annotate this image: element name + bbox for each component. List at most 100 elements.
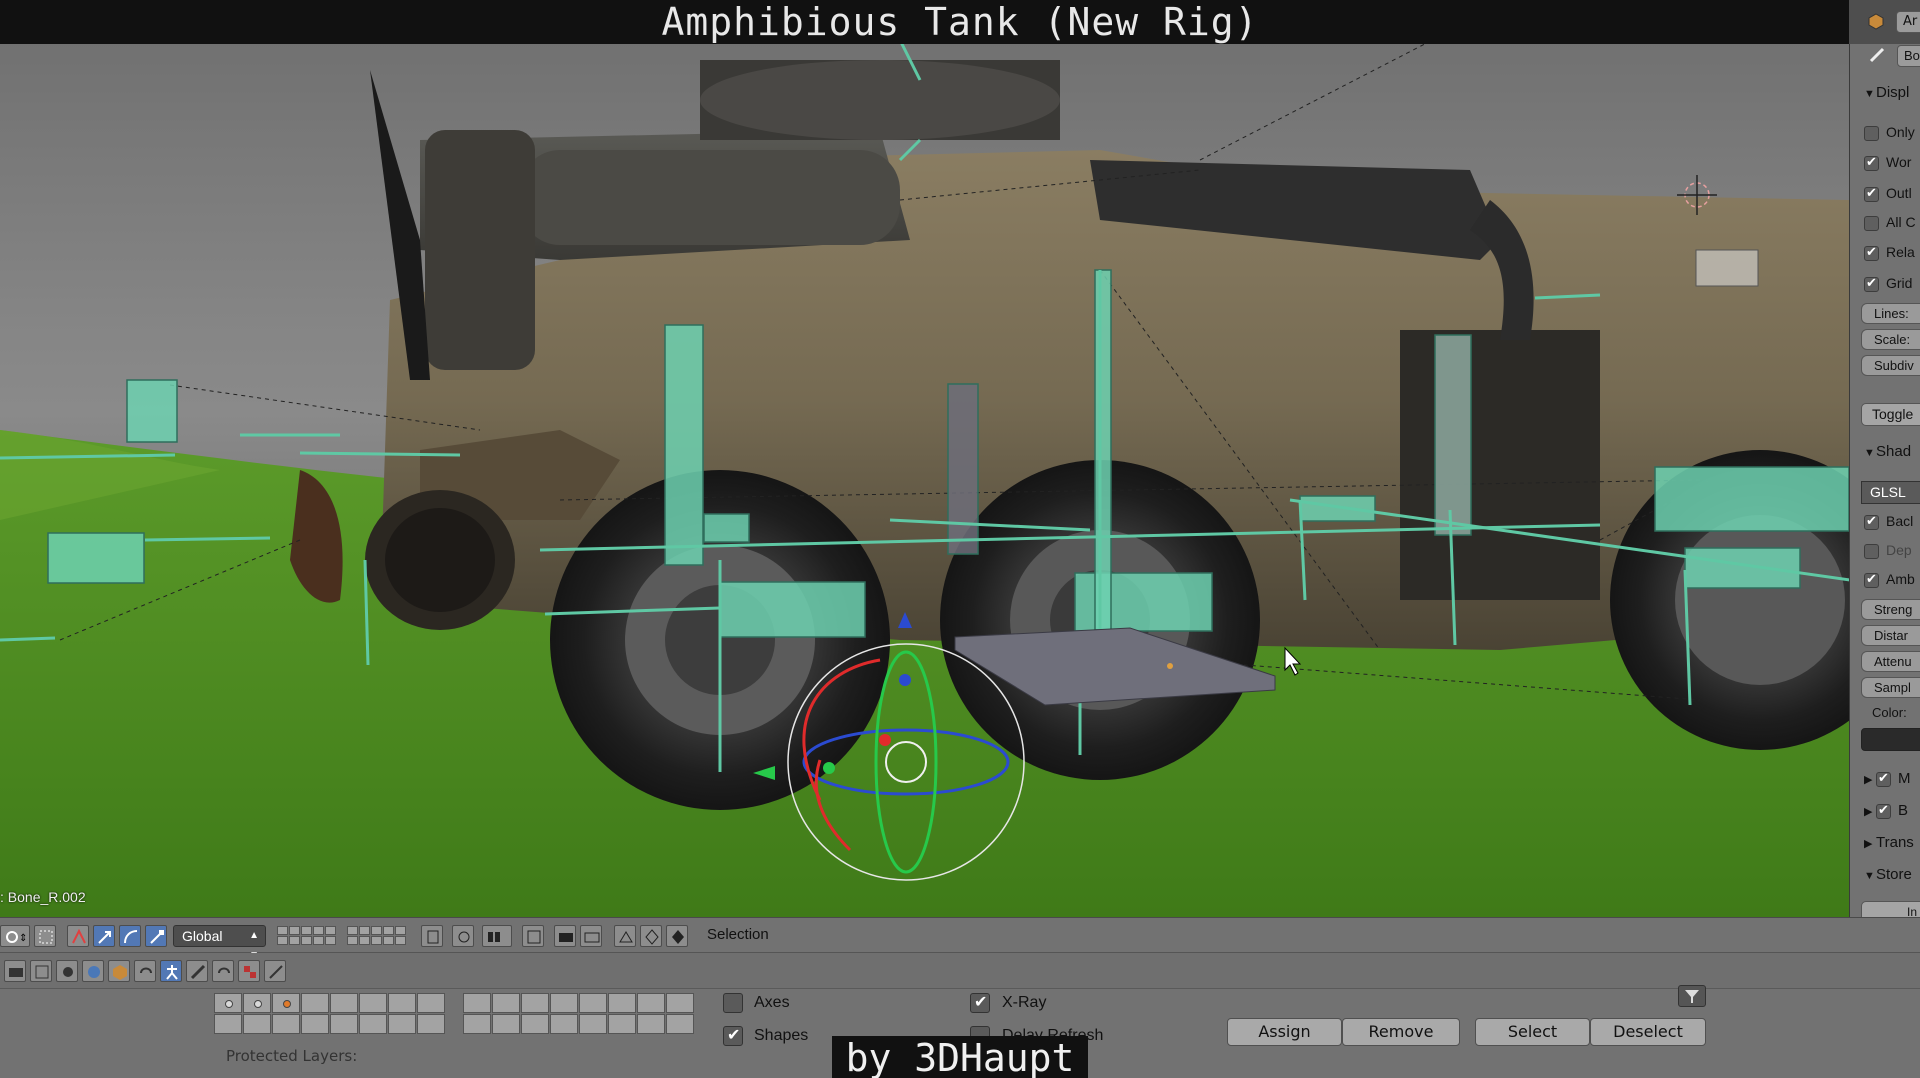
checkbox[interactable] [1864, 154, 1879, 171]
field-attenuation[interactable]: Attenu [1850, 651, 1920, 673]
opt-only-render[interactable]: Only [1850, 124, 1920, 146]
video-title-overlay: Amphibious Tank (New Rig) [0, 0, 1920, 44]
copy-pose-icon[interactable] [482, 925, 512, 947]
delete-keyframe-icon[interactable] [666, 925, 688, 947]
field-samples[interactable]: Sampl [1850, 677, 1920, 699]
bone-shape-pillar [947, 383, 979, 555]
display-panel-header[interactable]: ▼Displ [1850, 84, 1920, 106]
opt-world-background[interactable]: Wor [1850, 154, 1920, 176]
expand-triangle-icon: ▼ [1864, 870, 1875, 882]
translate-manipulator-icon[interactable] [93, 925, 115, 947]
scene-icon[interactable] [56, 960, 78, 982]
render-context-icon[interactable] [4, 960, 26, 982]
opengl-anim-icon[interactable] [580, 925, 602, 947]
opt-outline-selected[interactable]: Outl [1850, 185, 1920, 207]
stored-views-button[interactable]: In [1850, 901, 1920, 917]
field-strength[interactable]: Streng [1850, 599, 1920, 621]
tab-bone[interactable]: Bo [1897, 45, 1920, 67]
subpanel-b-header[interactable]: ▶B [1850, 802, 1920, 824]
expand-triangle-icon: ▼ [1864, 88, 1875, 100]
field-lines[interactable]: Lines: [1850, 303, 1920, 325]
opt-depth-of-field[interactable]: Dep [1850, 542, 1920, 564]
paste-pose-icon[interactable] [522, 925, 544, 947]
opt-relationship-lines[interactable]: Rela [1850, 244, 1920, 266]
collapse-triangle-icon: ▶ [1864, 806, 1873, 818]
field-distance[interactable]: Distar [1850, 625, 1920, 647]
armature-data-icon[interactable] [160, 960, 182, 982]
transform-orientations-header[interactable]: ▶ Trans [1850, 834, 1920, 856]
checkbox[interactable] [1876, 770, 1891, 787]
armature-icon[interactable] [1867, 12, 1885, 30]
opengl-render-icon[interactable] [554, 925, 576, 947]
manipulator-toggle-icon[interactable] [67, 925, 89, 947]
xray-checkbox[interactable] [970, 992, 990, 1013]
texture-icon[interactable] [238, 960, 260, 982]
subpanel-m-header[interactable]: ▶M [1850, 770, 1920, 792]
tab-armature[interactable]: Ar [1896, 11, 1920, 33]
bone-shape-box [1299, 495, 1376, 522]
checkbox[interactable] [1876, 802, 1891, 819]
field-scale[interactable]: Scale: [1850, 329, 1920, 351]
svg-text:⇕: ⇕ [19, 933, 27, 944]
opt-backface-culling[interactable]: Bacl [1850, 513, 1920, 535]
opt-ambient-occlusion[interactable]: Amb [1850, 571, 1920, 593]
shading-mode-select[interactable]: GLSL [1850, 481, 1920, 504]
render-layers-icon[interactable] [30, 960, 52, 982]
xray-label: X-Ray [1002, 994, 1047, 1011]
checkbox[interactable] [1864, 215, 1879, 231]
toggle-quad-view-button[interactable]: Toggle [1850, 403, 1920, 426]
checkbox[interactable] [1864, 125, 1879, 141]
video-title: Amphibious Tank (New Rig) [661, 0, 1259, 44]
color-label: Color: [1872, 705, 1907, 720]
insert-keyframe-icon[interactable] [640, 925, 662, 947]
bone-shape-box [1684, 547, 1801, 589]
properties-panel: Bo ▼Displ Only Wor Outl All C Rela Grid … [1849, 44, 1920, 917]
stored-views-header[interactable]: ▼Store [1850, 866, 1920, 888]
checkbox[interactable] [1864, 275, 1879, 292]
bone-data-icon[interactable] [186, 960, 208, 982]
layer-grid-1[interactable] [277, 926, 336, 945]
checkbox[interactable] [1864, 543, 1879, 559]
bone-layers-grid-1[interactable] [214, 993, 445, 1034]
bone-shape-box [126, 379, 178, 443]
bone-layers-grid-2[interactable] [463, 993, 694, 1034]
color-swatch[interactable] [1850, 728, 1920, 751]
checkbox[interactable] [1864, 513, 1879, 530]
filter-icon[interactable] [1678, 985, 1706, 1007]
bone-shape-pillar [664, 324, 704, 566]
keying-set-icon[interactable] [614, 925, 636, 947]
active-bone-label: : Bone_R.002 [0, 889, 86, 905]
video-credit-overlay: by 3DHaupt [0, 1036, 1920, 1078]
bone-shape-box [47, 532, 145, 584]
world-icon[interactable] [82, 960, 104, 982]
object-icon[interactable] [108, 960, 130, 982]
bone-shape-box [719, 581, 866, 638]
checkbox[interactable] [1864, 244, 1879, 261]
pose-library-icon[interactable] [452, 925, 474, 947]
physics-icon[interactable] [264, 960, 286, 982]
checkbox[interactable] [1864, 571, 1879, 588]
pivot-point-button[interactable]: ⇕ [0, 925, 30, 947]
layer-grid-2[interactable] [347, 926, 406, 945]
collapse-triangle-icon: ▶ [1864, 774, 1873, 786]
axes-checkbox[interactable] [723, 993, 743, 1013]
field-subdivisions[interactable]: Subdiv [1850, 355, 1920, 377]
proportional-edit-icon[interactable] [34, 925, 56, 947]
bone-shape-pillar [1094, 269, 1112, 631]
bone-icon[interactable] [1868, 46, 1886, 64]
3d-viewport[interactable]: : Bone_R.002 [0, 0, 1849, 917]
lock-layers-icon[interactable] [421, 925, 443, 947]
properties-context-bar [0, 953, 1920, 989]
mode-label: Selection [707, 926, 769, 943]
rotate-manipulator-icon[interactable] [119, 925, 141, 947]
opt-all-object-origins[interactable]: All C [1850, 214, 1920, 236]
opt-grid-floor[interactable]: Grid [1850, 275, 1920, 297]
transform-orientation-select[interactable]: Global▲▼ [173, 925, 266, 961]
shading-panel-header[interactable]: ▼Shad [1850, 443, 1920, 465]
checkbox[interactable] [1864, 185, 1879, 202]
constraints-icon[interactable] [134, 960, 156, 982]
properties-tabs: Ar [1849, 0, 1920, 44]
bone-constraints-icon[interactable] [212, 960, 234, 982]
scale-manipulator-icon[interactable] [145, 925, 167, 947]
bone-shape-box [1654, 466, 1849, 532]
